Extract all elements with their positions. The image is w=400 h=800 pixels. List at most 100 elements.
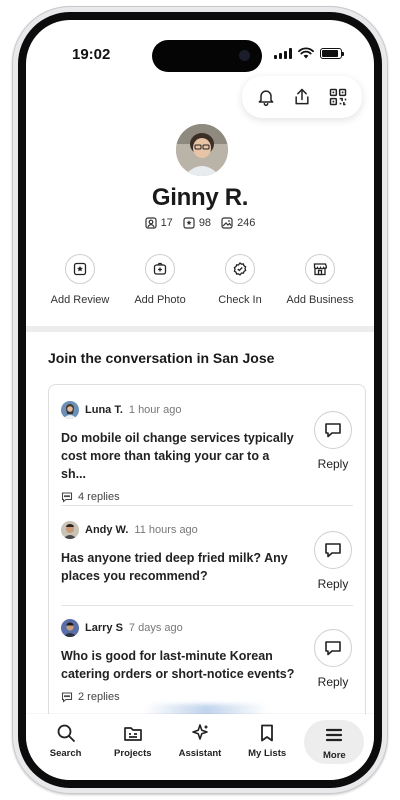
reply-button[interactable]: Reply [313, 411, 353, 471]
comment-icon [61, 492, 73, 503]
user-photo [61, 521, 79, 539]
user-photo [61, 401, 79, 419]
qr-code-icon [329, 88, 347, 106]
nav-my-lists[interactable]: My Lists [237, 722, 297, 759]
add-business-label: Add Business [286, 294, 354, 306]
reply-button[interactable]: Reply [313, 531, 353, 591]
add-review-circle [65, 254, 95, 284]
add-photo-circle [145, 254, 175, 284]
bottom-nav: Search Projects Assistant My Lists More [26, 714, 374, 780]
check-in-button[interactable]: Check In [200, 254, 280, 306]
reply-label: Reply [317, 577, 349, 591]
replies-link[interactable]: 4 replies [61, 491, 353, 503]
check-in-label: Check In [218, 294, 262, 306]
sparkle-icon [192, 724, 208, 740]
search-icon [57, 724, 75, 742]
speech-bubble-icon [325, 423, 341, 438]
user-avatar [61, 619, 79, 637]
reviews-stat: 98 [183, 217, 211, 229]
add-business-button[interactable]: Add Business [280, 254, 360, 306]
post-time: 11 hours ago [134, 524, 198, 536]
post-meta: Andy W. 11 hours ago [61, 521, 353, 539]
status-time: 19:02 [72, 46, 111, 63]
post-time: 1 hour ago [128, 404, 182, 416]
profile-actions [242, 76, 362, 118]
replies-count: 2 replies [78, 691, 120, 703]
post-time: 7 days ago [128, 622, 183, 634]
nav-search[interactable]: Search [36, 722, 96, 759]
list-item[interactable]: Luna T. 1 hour ago Do mobile oil change … [61, 401, 353, 503]
section-divider [26, 326, 374, 332]
nav-label: My Lists [248, 748, 287, 759]
replies-count: 4 replies [78, 491, 120, 503]
cellular-signal-icon [274, 47, 292, 59]
post-author: Larry S [85, 622, 123, 634]
post-question: Has anyone tried deep fried milk? Any pl… [61, 551, 288, 583]
camera-icon [239, 50, 250, 61]
comment-icon [61, 692, 73, 703]
reply-label: Reply [317, 675, 349, 689]
battery-icon [320, 47, 344, 59]
replies-link[interactable]: 2 replies [61, 691, 353, 703]
share-button[interactable] [290, 85, 314, 109]
profile-stats: 17 98 246 [26, 217, 374, 229]
friends-stat: 17 [144, 217, 173, 229]
storefront-icon [313, 263, 327, 276]
list-item[interactable]: Larry S 7 days ago Who is good for last-… [61, 619, 353, 703]
check-badge-icon [233, 262, 247, 276]
screen: 19:02 Ginny R. 17 98 246 Add Review Add … [26, 20, 374, 780]
phone-frame: 19:02 Ginny R. 17 98 246 Add Review Add … [12, 6, 388, 794]
check-in-circle [225, 254, 255, 284]
status-bar: 19:02 [26, 20, 374, 80]
menu-icon [326, 728, 343, 741]
bookmark-icon [261, 724, 274, 742]
add-review-button[interactable]: Add Review [40, 254, 120, 306]
friends-count: 17 [160, 217, 173, 229]
share-icon [295, 88, 309, 105]
profile-name: Ginny R. [151, 184, 249, 211]
user-avatar [61, 401, 79, 419]
reviews-count: 98 [198, 217, 212, 229]
qr-code-button[interactable] [326, 85, 350, 109]
nav-label: Search [49, 748, 82, 759]
camera-plus-icon [153, 262, 167, 275]
reviews-icon [183, 217, 195, 229]
avatar[interactable] [176, 124, 228, 176]
photos-icon [221, 217, 233, 229]
notifications-button[interactable] [254, 85, 278, 109]
reply-circle [314, 629, 352, 667]
status-icons [274, 47, 344, 59]
post-divider [61, 605, 353, 606]
bell-icon [258, 90, 274, 107]
add-review-label: Add Review [50, 294, 110, 306]
reply-circle [314, 411, 352, 449]
section-title: Join the conversation in San Jose [48, 350, 275, 366]
add-business-circle [305, 254, 335, 284]
add-photo-button[interactable]: Add Photo [120, 254, 200, 306]
nav-assistant[interactable]: Assistant [170, 722, 230, 759]
dynamic-island [152, 40, 262, 72]
post-meta: Larry S 7 days ago [61, 619, 353, 637]
nav-label: Assistant [178, 748, 222, 759]
user-photo [61, 619, 79, 637]
post-divider [61, 505, 353, 506]
nav-label: More [322, 749, 346, 761]
nav-more[interactable]: More [304, 720, 365, 764]
projects-icon [123, 727, 142, 741]
speech-bubble-icon [325, 543, 341, 558]
photos-stat: 246 [221, 217, 255, 229]
post-question: Who is good for last-minute Korean cater… [61, 649, 295, 681]
nav-projects[interactable]: Projects [103, 722, 163, 759]
user-avatar [61, 521, 79, 539]
add-photo-label: Add Photo [134, 294, 186, 306]
list-item[interactable]: Andy W. 11 hours ago Has anyone tried de… [61, 521, 353, 591]
photos-count: 246 [237, 217, 256, 229]
avatar-photo [176, 124, 228, 176]
reply-button[interactable]: Reply [313, 629, 353, 689]
speech-bubble-icon [325, 641, 341, 656]
phone-bezel: 19:02 Ginny R. 17 98 246 Add Review Add … [18, 12, 382, 788]
post-meta: Luna T. 1 hour ago [61, 401, 353, 419]
nav-label: Projects [114, 748, 152, 759]
post-question: Do mobile oil change services typically … [61, 431, 294, 481]
star-square-icon [73, 262, 87, 276]
